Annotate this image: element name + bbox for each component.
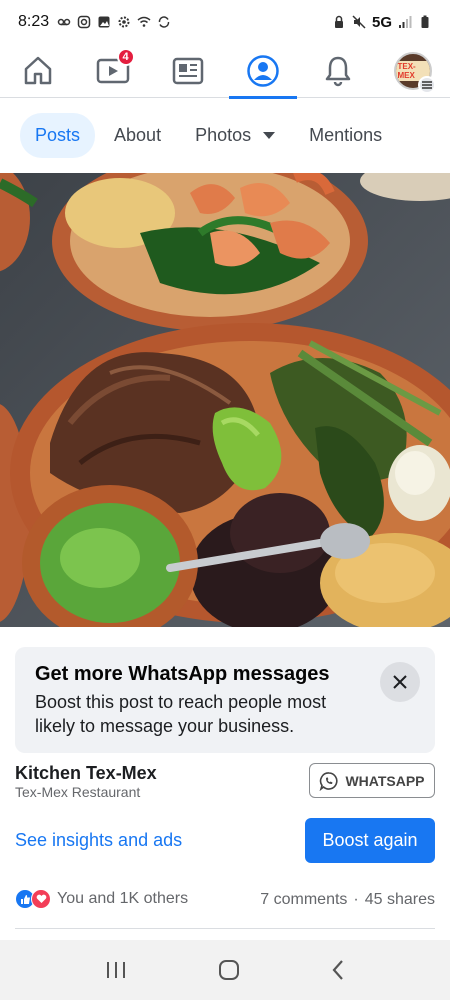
wifi-calling-icon bbox=[137, 16, 151, 27]
promo-close-button[interactable] bbox=[380, 662, 420, 702]
home-icon bbox=[24, 56, 51, 84]
tab-photos-label: Photos bbox=[195, 124, 252, 145]
instagram-icon bbox=[77, 15, 91, 29]
nav-menu[interactable]: TEX-MEX bbox=[383, 44, 443, 98]
top-navigation: 4 TEX-MEX bbox=[0, 44, 450, 99]
nav-notifications[interactable] bbox=[308, 44, 368, 98]
caret-down-icon bbox=[263, 131, 276, 139]
network-type: 5G bbox=[371, 13, 392, 31]
comments-count[interactable]: 7 comments bbox=[260, 891, 347, 909]
bell-icon bbox=[325, 56, 350, 86]
recent-apps-icon[interactable] bbox=[105, 960, 127, 980]
whatsapp-button[interactable]: WHATSAPP bbox=[309, 763, 435, 798]
battery-icon bbox=[421, 15, 429, 28]
avatar: TEX-MEX bbox=[393, 51, 436, 94]
home-button-icon[interactable] bbox=[218, 959, 240, 981]
divider bbox=[15, 928, 435, 929]
nav-home[interactable] bbox=[8, 44, 68, 98]
see-insights-link[interactable]: See insights and ads bbox=[15, 830, 182, 851]
system-status: 5G bbox=[332, 14, 432, 31]
settings-icon bbox=[118, 16, 130, 28]
reactions-text: You and 1K others bbox=[57, 890, 189, 907]
food-photo-illustration bbox=[0, 173, 450, 627]
tab-photos[interactable]: Photos bbox=[180, 113, 290, 158]
post-photo[interactable] bbox=[0, 173, 450, 627]
sync-icon bbox=[158, 16, 170, 28]
gallery-icon bbox=[98, 16, 110, 28]
mute-icon bbox=[352, 15, 366, 29]
shares-count[interactable]: 45 shares bbox=[365, 891, 435, 909]
whatsapp-promo-card: Get more WhatsApp messages Boost this po… bbox=[15, 647, 435, 753]
nav-video[interactable]: 4 bbox=[83, 44, 143, 98]
system-navigation-bar bbox=[0, 940, 450, 1000]
boost-again-button[interactable]: Boost again bbox=[305, 818, 435, 863]
page-category: Tex-Mex Restaurant bbox=[15, 784, 141, 800]
video-badge: 4 bbox=[116, 47, 135, 66]
notification-icons bbox=[57, 15, 171, 29]
promo-body: Boost this post to reach people most lik… bbox=[35, 692, 327, 736]
promo-title: Get more WhatsApp messages bbox=[35, 663, 330, 685]
news-icon bbox=[172, 57, 203, 84]
post-stats: 7 comments · 45 shares bbox=[260, 891, 435, 909]
profile-tabs: Posts About Photos Mentions bbox=[0, 110, 450, 160]
nav-news[interactable] bbox=[158, 44, 218, 98]
close-icon bbox=[393, 675, 407, 689]
whatsapp-button-label: WHATSAPP bbox=[345, 772, 425, 789]
back-icon[interactable] bbox=[331, 959, 345, 981]
signal-icon bbox=[399, 16, 412, 28]
tab-mentions[interactable]: Mentions bbox=[294, 113, 397, 158]
tab-about[interactable]: About bbox=[99, 113, 176, 158]
status-bar: 8:23 5G bbox=[0, 0, 450, 44]
page-name[interactable]: Kitchen Tex-Mex bbox=[15, 763, 157, 784]
clock: 8:23 bbox=[18, 13, 50, 30]
profile-icon bbox=[246, 54, 279, 87]
lock-icon bbox=[334, 15, 343, 28]
nav-profile[interactable] bbox=[228, 44, 297, 99]
voicemail-icon bbox=[57, 18, 71, 26]
love-icon bbox=[31, 889, 51, 909]
reactions-summary[interactable]: You and 1K others bbox=[15, 889, 188, 909]
menu-icon bbox=[417, 75, 436, 94]
stats-separator: · bbox=[353, 891, 359, 908]
tab-posts[interactable]: Posts bbox=[20, 112, 96, 158]
whatsapp-icon bbox=[320, 771, 339, 791]
